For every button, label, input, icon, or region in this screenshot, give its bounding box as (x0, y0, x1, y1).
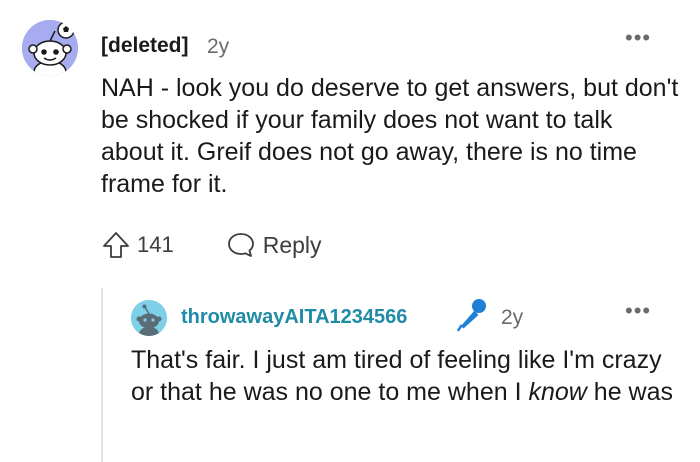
reply-avatar[interactable] (131, 300, 167, 336)
reply-more-options-button[interactable]: ••• (625, 300, 651, 322)
avatar[interactable] (22, 20, 78, 76)
more-options-button[interactable]: ••• (625, 27, 651, 49)
comment-body: NAH - look you do deserve to get answers… (101, 74, 679, 198)
reply-label: Reply (262, 231, 322, 258)
reply-button[interactable]: Reply (226, 230, 322, 260)
reply-body: That's fair. I just am tired of feeling … (131, 344, 676, 408)
speech-bubble-icon (227, 233, 254, 257)
reply-body-text-end: he was (586, 378, 674, 406)
vote-count: 141 (137, 232, 174, 257)
upvote-arrow-icon (103, 232, 129, 258)
comment-timestamp: 2y (207, 35, 230, 58)
reply-author[interactable]: throwawayAITA1234566 (181, 306, 407, 329)
upvote-button[interactable]: 141 (101, 230, 174, 260)
reply-timestamp: 2y (501, 306, 524, 329)
snoo-avatar-icon (131, 300, 167, 336)
thread-line[interactable] (101, 288, 103, 462)
comment-author[interactable]: [deleted] (101, 34, 189, 58)
snoo-avatar-icon (22, 20, 78, 76)
comment-actions: 141 Reply (101, 228, 322, 262)
reply-body-emphasis: know (528, 378, 587, 406)
microphone-icon (455, 297, 489, 333)
